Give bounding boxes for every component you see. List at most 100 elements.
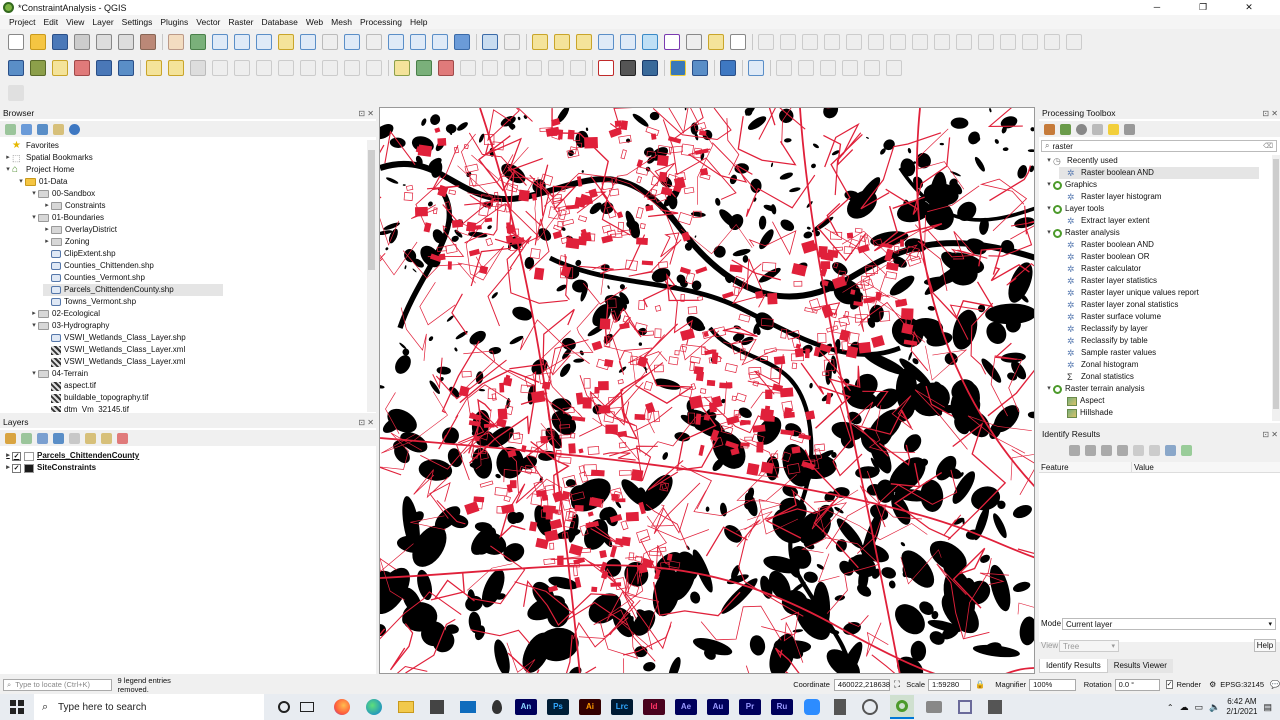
plugin-icon[interactable] <box>8 85 24 101</box>
app-au-icon[interactable]: Au <box>707 699 729 715</box>
toolbox-algorithm[interactable]: ✲ Raster layer unique values report <box>1059 287 1199 299</box>
close-button[interactable]: ✕ <box>1226 0 1272 15</box>
digitize-12-icon[interactable] <box>1000 33 1016 50</box>
start-button[interactable] <box>0 694 34 720</box>
toolbox-algorithm[interactable]: ✲ Raster boolean OR <box>1059 251 1149 263</box>
digitize-4-icon[interactable] <box>824 33 840 50</box>
restore-button[interactable]: ❐ <box>1180 0 1226 15</box>
undo-icon[interactable] <box>344 59 360 76</box>
qgis-taskbar-icon[interactable] <box>890 695 914 719</box>
taskbar-search-box[interactable]: ⌕ Type here to search <box>34 694 264 720</box>
edge-icon[interactable] <box>366 699 382 715</box>
chevron-down-icon[interactable]: ▾ <box>30 368 38 380</box>
browser-item[interactable]: ▸ OverlayDistrict <box>43 224 117 236</box>
label-tool-8-icon[interactable] <box>548 59 564 76</box>
close-icon[interactable]: ⊡ ✕ <box>1262 429 1278 441</box>
open-project-icon[interactable] <box>30 33 46 50</box>
tray-chevron-icon[interactable]: ⌃ <box>1167 703 1174 712</box>
tips-icon[interactable] <box>504 33 520 50</box>
show-bookmarks-icon[interactable] <box>410 33 426 50</box>
visibility-icon[interactable] <box>37 432 48 444</box>
filter-expression-icon[interactable] <box>69 432 80 444</box>
chevron-right-icon[interactable]: ▸ <box>4 462 12 474</box>
menu-web[interactable]: Web <box>302 17 327 27</box>
app-ae-icon[interactable]: Ae <box>675 699 697 715</box>
chevron-right-icon[interactable]: ▸ <box>43 200 51 212</box>
notifications-icon[interactable]: ▤ <box>1263 702 1272 713</box>
chevron-right-icon[interactable]: ▸ <box>4 450 12 462</box>
browser-item[interactable]: aspect.tif <box>43 380 96 392</box>
log-messages-icon[interactable]: 💬 <box>1270 680 1280 689</box>
view-select[interactable]: Tree ▾ <box>1059 640 1119 652</box>
add-delimited-icon[interactable] <box>52 59 68 76</box>
print-layout-icon[interactable] <box>96 33 112 50</box>
close-icon[interactable]: ⊡ ✕ <box>1262 108 1278 120</box>
label-tool-4-icon[interactable] <box>460 59 476 76</box>
digitize-14-icon[interactable] <box>1044 33 1060 50</box>
mail-icon[interactable] <box>460 701 476 713</box>
copy-icon[interactable] <box>1133 444 1144 456</box>
print-icon[interactable] <box>1149 444 1160 456</box>
menu-database[interactable]: Database <box>257 17 301 27</box>
save-edits-icon[interactable] <box>190 59 206 76</box>
digitize-8-icon[interactable] <box>912 33 928 50</box>
toolbox-scrollbar[interactable] <box>1272 155 1280 421</box>
chevron-down-icon[interactable]: ▾ <box>4 164 12 176</box>
edit-toggle-icon[interactable] <box>146 59 162 76</box>
toolbox-algorithm[interactable]: ✲ Raster boolean AND <box>1059 167 1259 179</box>
globe-icon[interactable] <box>642 59 658 76</box>
toolbox-algorithm[interactable]: ✲ Raster layer histogram <box>1059 191 1161 203</box>
digitize-10-icon[interactable] <box>956 33 972 50</box>
coordinate-field[interactable]: 460022,218638 <box>833 678 890 691</box>
toolbox-group[interactable]: ▾ ◷ Recently used <box>1045 155 1117 167</box>
menu-layer[interactable]: Layer <box>88 17 117 27</box>
app-ai-icon[interactable]: Ai <box>579 699 601 715</box>
new-project-icon[interactable] <box>8 33 24 50</box>
tab-results-viewer[interactable]: Results Viewer <box>1107 659 1173 673</box>
toolbox-algorithm[interactable]: ✲ Extract layer extent <box>1059 215 1149 227</box>
field-calculator-icon[interactable] <box>620 33 636 50</box>
chevron-down-icon[interactable]: ▾ <box>30 212 38 224</box>
cloud-icon[interactable]: ☁ <box>1180 702 1189 713</box>
add-mesh-icon[interactable] <box>96 59 112 76</box>
zoom-last-icon[interactable] <box>344 33 360 50</box>
browser-item[interactable]: VSWI_Wetlands_Class_Layer.xml <box>43 344 185 356</box>
menu-processing[interactable]: Processing <box>356 17 406 27</box>
app-lrc-icon[interactable]: Lrc <box>611 699 633 715</box>
digitize-icon[interactable] <box>212 59 228 76</box>
browser-item[interactable]: Counties_Chittenden.shp <box>43 260 154 272</box>
cut-icon[interactable] <box>278 59 294 76</box>
scale-combo[interactable]: 1:59280 <box>928 678 972 691</box>
rotation-spinbox[interactable]: 0.0 ° <box>1114 678 1160 691</box>
label-tool-5-icon[interactable] <box>482 59 498 76</box>
redo-icon[interactable] <box>366 59 382 76</box>
browser-item[interactable]: ▾ 00-Sandbox <box>30 188 95 200</box>
text-annotation-icon[interactable] <box>730 33 746 50</box>
app-pr-icon[interactable]: Pr <box>739 699 761 715</box>
save-project-icon[interactable] <box>52 33 68 50</box>
app-icon[interactable] <box>988 700 1002 714</box>
browser-item[interactable]: Towns_Vermont.shp <box>43 296 136 308</box>
remove-layer-icon[interactable] <box>117 432 128 444</box>
expand-new-icon[interactable] <box>1101 444 1112 456</box>
chevron-down-icon[interactable]: ▾ <box>1045 155 1053 167</box>
browser-item[interactable]: ▾ ⌂ Project Home <box>4 164 74 176</box>
close-icon[interactable]: ⊡ ✕ <box>358 417 374 429</box>
add-raster-icon[interactable] <box>74 59 90 76</box>
chevron-right-icon[interactable]: ▸ <box>30 308 38 320</box>
advanced-digitize-1-icon[interactable] <box>776 59 792 76</box>
toolbox-algorithm[interactable]: ✲ Reclassify by table <box>1059 335 1148 347</box>
digitize-2-icon[interactable] <box>780 33 796 50</box>
toolbox-group[interactable]: ▾ Raster terrain analysis <box>1045 383 1145 395</box>
chevron-down-icon[interactable]: ▾ <box>1045 383 1053 395</box>
plugin-manager-icon[interactable] <box>692 59 708 76</box>
app-ru-icon[interactable]: Ru <box>771 699 793 715</box>
toolbox-algorithm[interactable]: ✲ Raster layer statistics <box>1059 275 1157 287</box>
digitize-13-icon[interactable] <box>1022 33 1038 50</box>
cortana-icon[interactable] <box>278 701 290 713</box>
zoom-selection-icon[interactable] <box>278 33 294 50</box>
browser-item[interactable]: ▾ 04-Terrain <box>30 368 88 380</box>
toolbox-algorithm[interactable]: Σ Zonal statistics <box>1059 371 1134 383</box>
vector-tool-icon[interactable] <box>748 59 764 76</box>
browser-item[interactable]: Parcels_ChittendenCounty.shp <box>43 284 223 296</box>
